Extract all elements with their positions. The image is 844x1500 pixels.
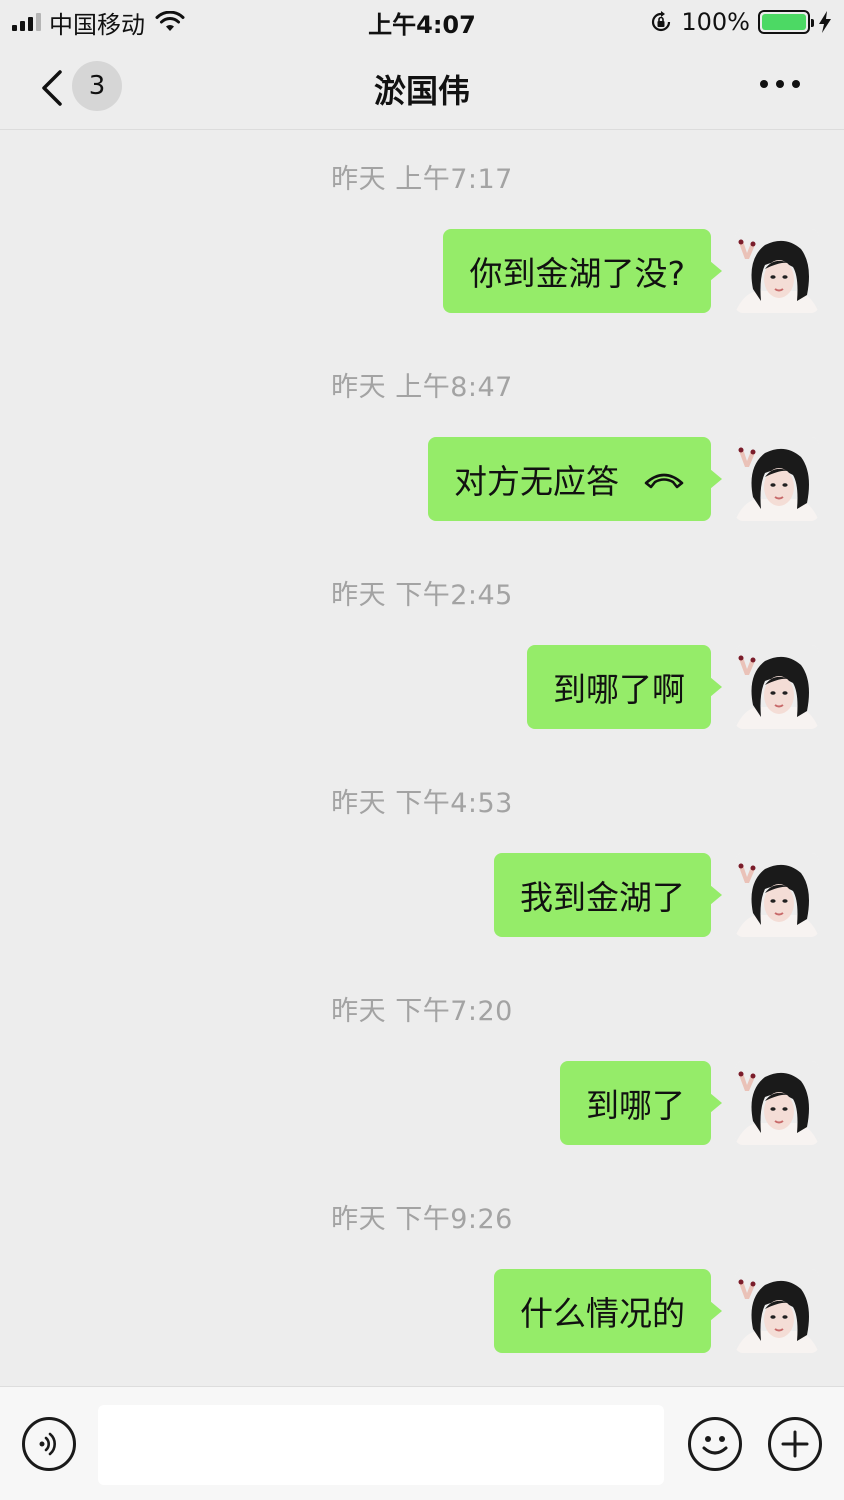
plus-icon[interactable] xyxy=(768,1417,822,1471)
call-message-bubble[interactable]: 对方无应答 xyxy=(428,437,722,521)
message-bubble[interactable]: 到哪了啊 xyxy=(527,645,722,729)
phone-hangup-icon xyxy=(644,473,684,489)
nav-bar: 3 淤国伟 xyxy=(0,44,844,130)
rotation-lock-icon xyxy=(652,11,671,32)
message-text: 到哪了啊 xyxy=(553,670,685,709)
battery-fill xyxy=(762,14,806,30)
avatar[interactable] xyxy=(735,1061,819,1145)
battery-icon xyxy=(758,10,814,34)
avatar[interactable] xyxy=(735,853,819,937)
avatar[interactable] xyxy=(735,645,819,729)
message-text: 你到金湖了没? xyxy=(469,254,685,293)
status-right: 100% xyxy=(649,8,832,36)
message-row: 我到金湖了 xyxy=(0,853,844,937)
signal-icon xyxy=(12,13,41,31)
chevron-left-icon[interactable] xyxy=(32,66,72,110)
message-text: 什么情况的 xyxy=(520,1294,685,1333)
unread-count-badge[interactable]: 3 xyxy=(72,61,122,111)
chat-area[interactable]: 昨天 上午7:17 你到金湖了没? 昨天 上午8:47 对方无应答 昨天 下午2… xyxy=(0,131,844,1386)
message-bubble[interactable]: 你到金湖了没? xyxy=(443,229,722,313)
message-row: 到哪了啊 xyxy=(0,645,844,729)
message-row: 到哪了 xyxy=(0,1061,844,1145)
input-bar xyxy=(0,1386,844,1500)
avatar[interactable] xyxy=(735,1269,819,1353)
message-text: 我到金湖了 xyxy=(520,878,685,917)
message-row: 你到金湖了没? xyxy=(0,229,844,313)
message-bubble[interactable]: 什么情况的 xyxy=(494,1269,722,1353)
voice-icon[interactable] xyxy=(22,1417,76,1471)
message-text: 对方无应答 xyxy=(454,462,619,501)
message-input[interactable] xyxy=(98,1405,664,1485)
message-timestamp: 昨天 上午8:47 xyxy=(331,372,513,403)
carrier-name: 中国移动 xyxy=(49,10,145,39)
status-bar: 中国移动 上午4:07 100% xyxy=(0,0,844,44)
message-timestamp: 昨天 下午7:20 xyxy=(331,996,513,1027)
emoji-icon[interactable] xyxy=(688,1417,742,1471)
message-timestamp: 昨天 上午7:17 xyxy=(331,164,513,195)
message-timestamp: 昨天 下午4:53 xyxy=(331,788,513,819)
message-timestamp: 昨天 下午9:26 xyxy=(331,1204,513,1235)
message-bubble[interactable]: 我到金湖了 xyxy=(494,853,722,937)
message-row: 什么情况的 xyxy=(0,1269,844,1353)
message-row: 对方无应答 xyxy=(0,437,844,521)
message-text: 到哪了 xyxy=(586,1086,685,1125)
charging-bolt-icon xyxy=(819,11,831,33)
chat-title: 淤国伟 xyxy=(373,72,470,110)
avatar[interactable] xyxy=(735,229,819,313)
message-bubble[interactable]: 到哪了 xyxy=(560,1061,722,1145)
wifi-icon xyxy=(155,11,185,31)
more-dots-icon[interactable] xyxy=(760,78,800,90)
message-timestamp: 昨天 下午2:45 xyxy=(331,580,513,611)
battery-percent: 100% xyxy=(681,8,750,36)
avatar[interactable] xyxy=(735,437,819,521)
